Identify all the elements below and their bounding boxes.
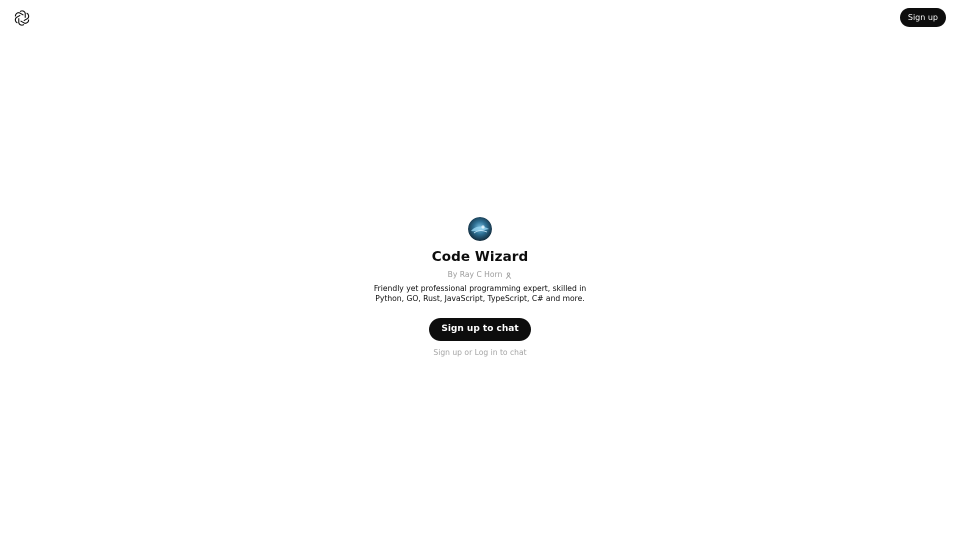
openai-logo-icon[interactable] [13, 9, 31, 27]
gpt-description: Friendly yet professional programming ex… [373, 284, 587, 303]
signup-to-chat-button[interactable]: Sign up to chat [429, 318, 531, 341]
person-icon [505, 271, 512, 279]
gpt-avatar [468, 217, 492, 241]
gpt-author: By Ray C Horn [448, 270, 513, 280]
auth-footnote: Sign up or Log in to chat [433, 348, 526, 358]
signup-button[interactable]: Sign up [899, 8, 946, 27]
gpt-card: Code Wizard By Ray C Horn Friendly yet p… [0, 217, 960, 358]
page: Sign up Code Wizard By Ray C Horn Friend… [0, 0, 960, 540]
footnote-suffix-text: to chat [497, 348, 527, 357]
login-link[interactable]: Log in [475, 348, 498, 357]
gpt-title: Code Wizard [431, 249, 529, 265]
footnote-or-text: or [462, 348, 475, 357]
signup-link[interactable]: Sign up [433, 348, 462, 357]
author-name: By Ray C Horn [447, 270, 503, 279]
